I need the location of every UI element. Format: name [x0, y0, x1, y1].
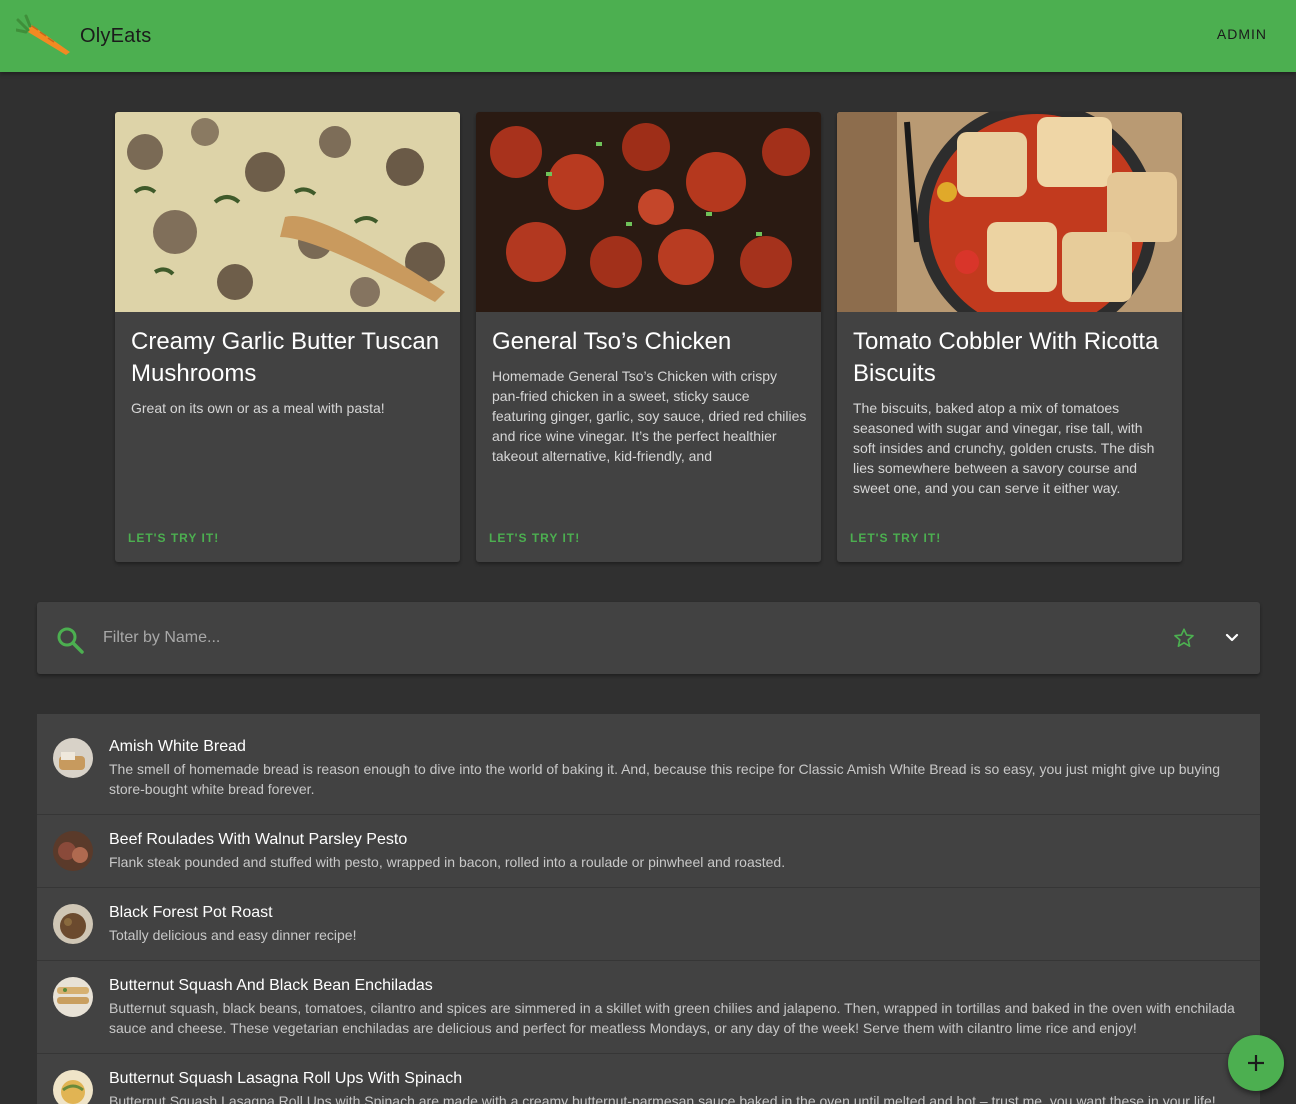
- recipe-title: Butternut Squash And Black Bean Enchilad…: [109, 977, 433, 994]
- filter-by-name-input[interactable]: [101, 624, 1001, 652]
- plus-icon: [1248, 1055, 1264, 1071]
- list-item[interactable]: Butternut Squash And Black Bean Enchilad…: [37, 961, 1260, 1054]
- recipe-description: Butternut Squash Lasagna Roll Ups with S…: [109, 1093, 1216, 1104]
- recipe-title: Amish White Bread: [109, 738, 246, 755]
- card-title: General Tso’s Chicken: [492, 328, 732, 355]
- list-item[interactable]: Black Forest Pot Roast Totally delicious…: [37, 888, 1260, 961]
- card-title: Creamy Garlic Butter Tuscan Mushrooms: [131, 328, 440, 387]
- mushrooms-photo: [115, 112, 460, 312]
- card-title: Tomato Cobbler With Ricotta Biscuits: [853, 328, 1159, 387]
- recipe-description: Totally delicious and easy dinner recipe…: [109, 927, 357, 943]
- brand[interactable]: OlyEats: [16, 14, 151, 58]
- card-description: The biscuits, baked atop a mix of tomato…: [853, 400, 1155, 496]
- featured-card[interactable]: Creamy Garlic Butter Tuscan Mushrooms Gr…: [115, 112, 460, 562]
- chevron-down-icon[interactable]: [1222, 628, 1242, 648]
- recipe-description: Flank steak pounded and stuffed with pes…: [109, 854, 786, 870]
- add-recipe-button[interactable]: [1228, 1035, 1284, 1091]
- recipe-avatar: [53, 1070, 93, 1104]
- admin-button[interactable]: ADMIN: [1217, 26, 1267, 42]
- list-item[interactable]: Butternut Squash Lasagna Roll Ups With S…: [37, 1054, 1260, 1104]
- filter-bar: [37, 602, 1260, 674]
- featured-card[interactable]: Tomato Cobbler With Ricotta Biscuits The…: [837, 112, 1182, 562]
- lets-try-button[interactable]: LET'S TRY IT!: [850, 531, 941, 545]
- recipe-avatar: [53, 977, 93, 1017]
- lets-try-button[interactable]: LET'S TRY IT!: [128, 531, 219, 545]
- carrot-logo-icon: [16, 14, 70, 55]
- recipe-title: Beef Roulades With Walnut Parsley Pesto: [109, 831, 408, 848]
- featured-card[interactable]: General Tso’s Chicken Homemade General T…: [476, 112, 821, 562]
- star-outline-icon[interactable]: [1173, 627, 1195, 649]
- recipe-avatar: [53, 904, 93, 944]
- app-title: OlyEats: [80, 24, 152, 47]
- recipe-title: Black Forest Pot Roast: [109, 904, 273, 921]
- card-description: Great on its own or as a meal with pasta…: [131, 400, 385, 416]
- app-bar: OlyEats ADMIN: [0, 0, 1296, 72]
- recipe-avatar: [53, 738, 93, 778]
- cobbler-photo: [837, 112, 1182, 312]
- recipe-title: Butternut Squash Lasagna Roll Ups With S…: [109, 1070, 463, 1087]
- search-icon[interactable]: [56, 626, 84, 654]
- recipe-avatar: [53, 831, 93, 871]
- list-item[interactable]: Beef Roulades With Walnut Parsley Pesto …: [37, 815, 1260, 888]
- recipe-description: The smell of homemade bread is reason en…: [109, 761, 1220, 797]
- lets-try-button[interactable]: LET'S TRY IT!: [489, 531, 580, 545]
- recipe-description: Butternut squash, black beans, tomatoes,…: [109, 1000, 1235, 1036]
- recipe-list: Amish White Bread The smell of homemade …: [37, 714, 1260, 1104]
- card-description: Homemade General Tso’s Chicken with cris…: [492, 368, 807, 464]
- chicken-photo: [476, 112, 821, 312]
- list-item[interactable]: Amish White Bread The smell of homemade …: [37, 714, 1260, 815]
